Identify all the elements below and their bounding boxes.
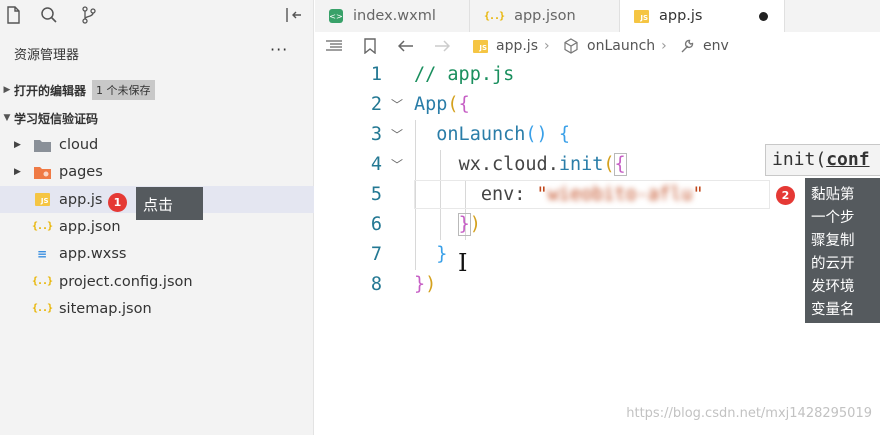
unsaved-badge: 1 个未保存 (92, 80, 155, 100)
breadcrumb: JS app.js › onLaunch › env (315, 32, 880, 60)
breadcrumb-property[interactable]: env (679, 38, 729, 54)
outline-icon[interactable] (325, 37, 343, 55)
source-control-icon[interactable] (78, 4, 100, 26)
breadcrumb-label: env (703, 38, 729, 54)
code-line-6: 6 }) (315, 210, 880, 240)
line-number: 7 (370, 244, 382, 265)
code-token: init (558, 154, 604, 175)
project-section[interactable]: ▼ 学习短信验证码 (0, 106, 314, 130)
line-number: 8 (370, 274, 382, 295)
code-token: cloud (491, 154, 548, 175)
line-number: 3 (370, 124, 382, 145)
tab-label: app.js (659, 8, 703, 24)
css-file-icon: ≡ (36, 246, 48, 261)
sidebar-title: 资源管理器 (14, 48, 80, 63)
bookmark-icon[interactable] (361, 37, 379, 55)
line-number: 5 (370, 184, 382, 205)
code-comment: // app.js (414, 64, 515, 85)
breadcrumb-label: app.js (496, 38, 538, 54)
signature-hover-tooltip: init(conf (765, 144, 880, 176)
tree-item-app-wxss[interactable]: ≡ app.wxss (0, 240, 314, 267)
code-token: onLaunch (436, 124, 526, 145)
expanded-caret-icon: ▼ (3, 113, 11, 123)
paste-hint-callout: 黏贴第 一个步 骤复制 的云开 发环境 变量名 (805, 178, 880, 323)
more-actions-button[interactable]: ··· (270, 40, 288, 59)
tree-item-label: sitemap.json (59, 300, 152, 317)
breadcrumb-file[interactable]: JS app.js › (473, 38, 556, 54)
step-number-badge: 2 (776, 186, 795, 205)
tree-item-label: cloud (59, 136, 99, 153)
open-editors-label: 打开的编辑器 (14, 83, 87, 98)
folder-icon (33, 136, 51, 154)
wxml-icon: <> (329, 9, 343, 23)
chevron-right-icon: ▶ (14, 139, 21, 150)
js-icon: JS (473, 39, 488, 53)
search-icon[interactable] (38, 4, 60, 26)
tab-app-json[interactable]: {..} app.json (470, 0, 620, 32)
json-file-icon: {..} (31, 221, 53, 232)
tree-item-cloud[interactable]: ▶ cloud (0, 131, 314, 158)
tree-item-project-config[interactable]: {..} project.config.json (0, 268, 314, 295)
tree-item-sitemap[interactable]: {..} sitemap.json (0, 295, 314, 322)
tree-item-label: app.js (59, 191, 103, 208)
line-number: 2 (370, 94, 382, 115)
tab-app-js[interactable]: JS app.js (620, 0, 785, 32)
code-token: env (480, 184, 515, 205)
redacted-env-value: wieobito-aflu (547, 184, 693, 205)
fold-chevron-icon[interactable]: ﹀ (391, 90, 403, 120)
fold-chevron-icon[interactable]: ﹀ (391, 120, 403, 150)
code-token: App (414, 94, 448, 115)
code-token: wx (458, 154, 481, 175)
code-editor[interactable]: 1 // app.js 2 ﹀ App({ 3 ﹀ onLaunch() { 4… (315, 60, 880, 435)
files-icon[interactable] (2, 4, 24, 26)
js-icon: JS (634, 9, 649, 23)
js-file-icon: JS (33, 191, 51, 209)
tree-item-label: project.config.json (59, 273, 193, 290)
toggle-panel-icon[interactable] (283, 4, 305, 26)
method-cube-icon (564, 38, 578, 54)
tree-item-label: app.json (59, 218, 121, 235)
forward-arrow-icon[interactable] (433, 37, 451, 55)
tree-item-label: pages (59, 163, 103, 180)
tab-label: index.wxml (353, 8, 436, 24)
chevron-right-icon: › (661, 38, 667, 54)
line-number: 1 (370, 64, 382, 85)
open-editors-section[interactable]: ▶ 打开的编辑器 1 个未保存 (0, 78, 314, 102)
tree-item-label: app.wxss (59, 245, 127, 262)
editor-tab-bar: <> index.wxml {..} app.json JS app.js (315, 0, 880, 32)
step-number-badge: 1 (108, 193, 127, 212)
tab-label: app.json (514, 8, 576, 24)
breadcrumb-method[interactable]: onLaunch › (563, 38, 673, 54)
tab-index-wxml[interactable]: <> index.wxml (315, 0, 470, 32)
code-line-2: 2 ﹀ App({ (315, 90, 880, 120)
json-file-icon: {..} (31, 303, 53, 314)
text-cursor-icon: I (458, 249, 468, 277)
collapsed-caret-icon: ▶ (3, 85, 11, 95)
tree-item-pages[interactable]: ▶ pages (0, 158, 314, 185)
pages-folder-icon (33, 163, 51, 181)
project-name: 学习短信验证码 (14, 111, 99, 126)
click-hint-callout: 点击 (136, 187, 203, 220)
watermark: https://blog.csdn.net/mxj1428295019 (626, 406, 872, 421)
explorer-sidebar: 资源管理器 ··· ▶ 打开的编辑器 1 个未保存 ▼ 学习短信验证码 ▶ cl… (0, 0, 314, 435)
code-line-1: 1 // app.js (315, 60, 880, 90)
code-line-5: 5 env: "wieobito-aflu" (315, 180, 880, 210)
line-number: 6 (370, 214, 382, 235)
json-icon: {..} (484, 10, 505, 22)
back-arrow-icon[interactable] (397, 37, 415, 55)
unsaved-dot-icon[interactable] (759, 11, 768, 21)
activity-bar (0, 0, 314, 30)
code-line-8: 8 }) (315, 270, 880, 300)
chevron-right-icon: › (544, 38, 550, 54)
json-file-icon: {..} (31, 276, 53, 287)
wrench-icon (681, 39, 694, 53)
chevron-right-icon: ▶ (14, 166, 21, 177)
breadcrumb-label: onLaunch (587, 38, 656, 54)
line-number: 4 (370, 154, 382, 175)
code-line-7: 7 } (315, 240, 880, 270)
fold-chevron-icon[interactable]: ﹀ (391, 150, 403, 180)
